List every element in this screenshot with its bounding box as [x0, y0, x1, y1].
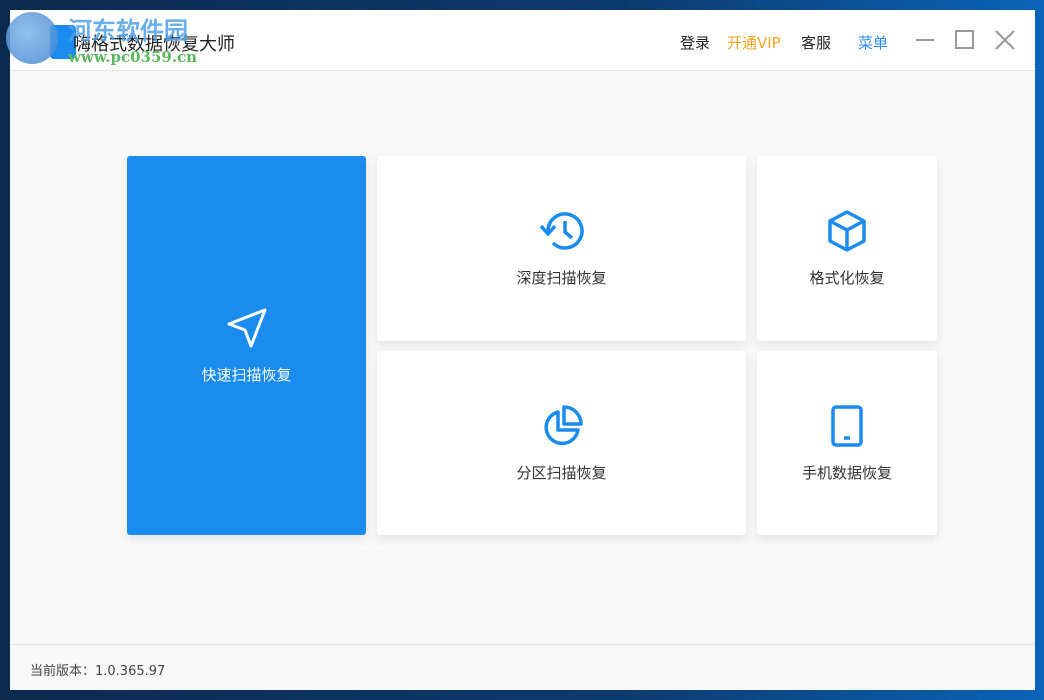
maximize-button[interactable] — [953, 28, 977, 52]
service-link[interactable]: 客服 — [801, 32, 831, 53]
title-bar: 嗨格式数据恢复大师 河东软件园 www.pc0359.cn 登录 开通VIP 客… — [6, 10, 1035, 71]
card-label: 分区扫描恢复 — [516, 463, 607, 482]
tablet-icon — [831, 404, 863, 447]
version-text: 当前版本：1.0.365.97 — [30, 664, 166, 679]
minimize-button[interactable] — [913, 28, 937, 52]
deep-scan-card[interactable]: 深度扫描恢复 — [377, 156, 746, 341]
login-link[interactable]: 登录 — [680, 32, 710, 53]
status-bar: 当前版本：1.0.365.97 — [10, 644, 1035, 690]
format-recovery-card[interactable]: 格式化恢复 — [757, 156, 937, 341]
partition-scan-card[interactable]: 分区扫描恢复 — [377, 351, 746, 535]
card-label: 手机数据恢复 — [801, 463, 892, 482]
history-clock-icon — [539, 212, 584, 250]
vip-link[interactable]: 开通VIP — [727, 32, 781, 53]
card-label: 格式化恢复 — [809, 269, 885, 287]
app-title: 嗨格式数据恢复大师 — [73, 34, 235, 55]
navigation-arrow-icon — [227, 308, 266, 348]
card-label: 快速扫描恢复 — [201, 366, 292, 384]
menu-link[interactable]: 菜单 — [858, 32, 888, 53]
close-button[interactable] — [993, 28, 1017, 52]
pie-chart-icon — [544, 404, 583, 445]
app-window: 嗨格式数据恢复大师 河东软件园 www.pc0359.cn 登录 开通VIP 客… — [6, 10, 1035, 690]
phone-recovery-card[interactable]: 手机数据恢复 — [757, 351, 937, 535]
cube-icon — [828, 210, 866, 252]
card-label: 深度扫描恢复 — [516, 269, 607, 287]
quick-scan-card[interactable]: 快速扫描恢复 — [127, 156, 366, 535]
